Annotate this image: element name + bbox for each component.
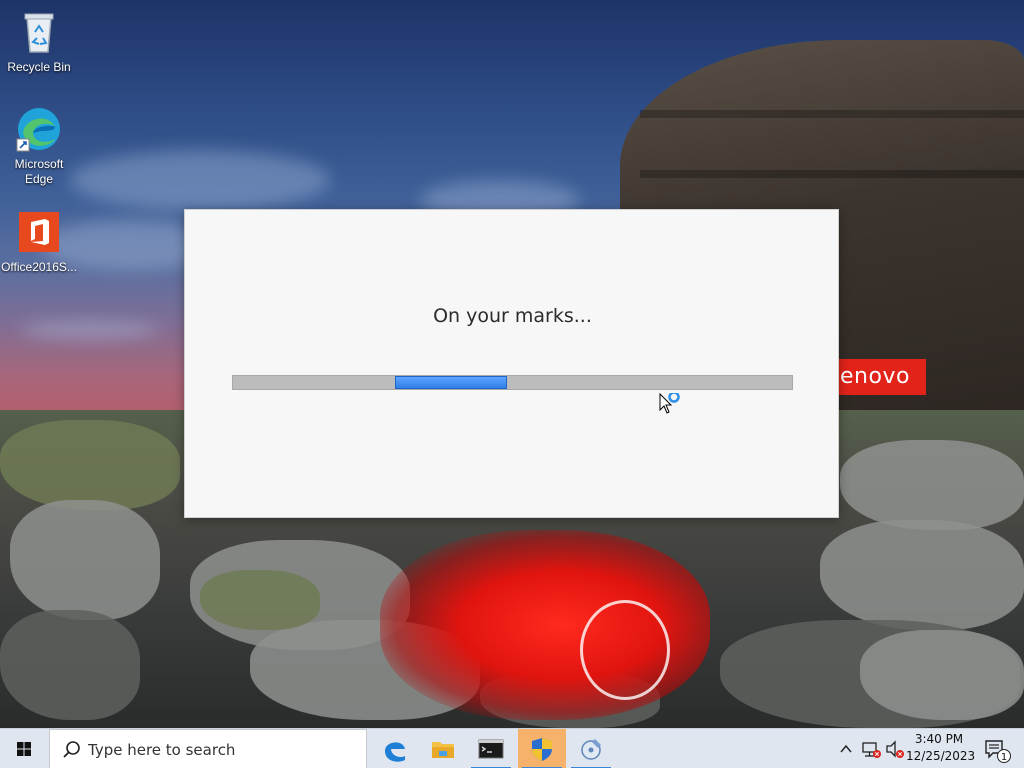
- search-placeholder: Type here to search: [88, 741, 236, 759]
- taskbar: Type here to search 3:40 PM 12/25/2023 1: [0, 728, 1024, 768]
- wallpaper-cliff-strata: [640, 170, 1024, 178]
- wallpaper-cloud: [20, 320, 160, 340]
- desktop-icon-recycle-bin[interactable]: Recycle Bin: [1, 8, 77, 75]
- shield-icon: [532, 738, 552, 761]
- wallpaper-red-ring: [580, 600, 670, 700]
- wallpaper-rock: [10, 500, 160, 620]
- desktop-icon-label: Office2016S...: [1, 260, 77, 274]
- taskbar-clock[interactable]: 3:40 PM 12/25/2023: [906, 731, 976, 767]
- recycle-bin-icon: [24, 13, 54, 53]
- wallpaper-rock: [860, 630, 1024, 720]
- clock-time: 3:40 PM: [914, 732, 964, 746]
- search-icon: [63, 741, 80, 758]
- desktop-icon-label: Recycle Bin: [7, 60, 71, 74]
- action-center-button[interactable]: 1: [978, 729, 1018, 768]
- taskbar-app-command-prompt[interactable]: [467, 729, 515, 768]
- disc-tool-icon: [581, 739, 601, 760]
- network-disconnected-icon: [862, 742, 881, 758]
- folder-icon: [432, 742, 454, 758]
- edge-icon: [16, 108, 60, 152]
- wallpaper-rock: [0, 610, 140, 720]
- taskbar-app-file-explorer[interactable]: [419, 729, 467, 768]
- progress-bar: [232, 375, 793, 390]
- taskbar-app-edge[interactable]: [371, 729, 419, 768]
- terminal-icon: [478, 739, 504, 759]
- wallpaper-rock: [840, 440, 1024, 530]
- desktop-icon-label: Microsoft Edge: [14, 157, 64, 186]
- volume-button[interactable]: [884, 729, 906, 768]
- taskbar-app-setup[interactable]: [518, 729, 566, 768]
- chevron-up-icon: [840, 744, 852, 753]
- show-hidden-icons-button[interactable]: [836, 729, 856, 768]
- setup-dialog: On your marks...: [184, 209, 839, 518]
- wallpaper-cloud: [70, 150, 330, 210]
- office-icon: [19, 212, 59, 252]
- brand-badge: enovo: [836, 359, 926, 395]
- volume-muted-icon: [886, 740, 904, 758]
- wallpaper-rock: [200, 570, 320, 630]
- windows-logo-icon: [17, 742, 31, 756]
- wallpaper-rock: [0, 420, 180, 510]
- notification-count: 1: [1001, 752, 1007, 763]
- network-button[interactable]: [860, 729, 882, 768]
- wallpaper-rock: [820, 520, 1024, 630]
- desktop-icon-edge[interactable]: Microsoft Edge: [1, 105, 77, 187]
- wallpaper-cliff-strata: [640, 110, 1024, 118]
- progress-fill: [395, 376, 507, 389]
- busy-cursor-icon: [659, 393, 680, 414]
- notification-icon: 1: [985, 740, 1011, 763]
- taskbar-app-tool[interactable]: [567, 729, 615, 768]
- clock-date: 12/25/2023: [906, 749, 976, 763]
- edge-icon: [385, 742, 405, 762]
- start-button[interactable]: [0, 729, 48, 768]
- dialog-message: On your marks...: [433, 305, 592, 327]
- taskbar-search-box[interactable]: Type here to search: [49, 729, 367, 768]
- desktop-icon-office[interactable]: Office2016S...: [1, 208, 77, 275]
